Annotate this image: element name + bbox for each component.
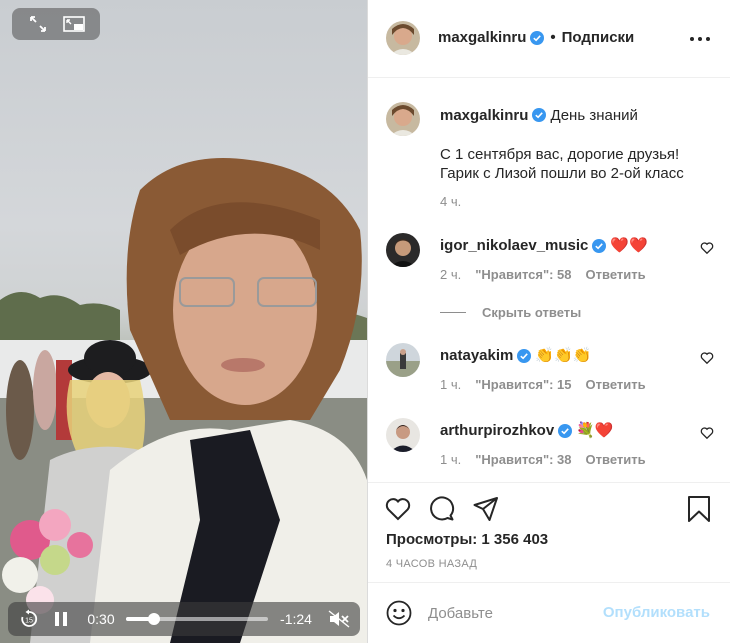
reply-button[interactable]: Ответить (586, 452, 646, 467)
video-top-controls (12, 8, 100, 40)
comment-time[interactable]: 1 ч. (440, 452, 461, 467)
hide-replies-label: Скрыть ответы (482, 305, 582, 320)
comment-text: arthurpirozhkov 💐❤️ (440, 421, 614, 441)
action-icons (384, 495, 500, 523)
comment-body: ❤️❤️ (610, 237, 648, 254)
like-comment-icon[interactable] (700, 426, 714, 440)
avatar[interactable] (386, 418, 420, 452)
verified-badge-icon (532, 108, 547, 122)
comment-time[interactable]: 2 ч. (440, 267, 461, 282)
header-user-line: maxgalkinru • Подписки (438, 29, 634, 46)
hide-replies-button[interactable]: Скрыть ответы (440, 305, 581, 320)
reply-button[interactable]: Ответить (586, 267, 646, 282)
avatar[interactable] (386, 343, 420, 377)
avatar[interactable] (386, 21, 420, 55)
post-age[interactable]: 4 ЧАСОВ НАЗАД (386, 558, 477, 570)
pause-button[interactable] (50, 608, 72, 630)
comment-bubble-icon[interactable] (428, 495, 456, 523)
picture-in-picture-icon[interactable] (60, 12, 88, 36)
scrubber-handle[interactable] (148, 613, 161, 625)
caption-timestamp[interactable]: 4 ч. (440, 194, 461, 209)
divider (440, 312, 466, 313)
following-button[interactable]: Подписки (562, 29, 635, 46)
caption-title: День знаний (550, 107, 638, 124)
comment-meta: 2 ч. "Нравится": 58 Ответить (440, 267, 646, 282)
comment-likes[interactable]: "Нравится": 58 (475, 267, 571, 282)
reply-button[interactable]: Ответить (586, 377, 646, 392)
comment-username[interactable]: igor_nikolaev_music (440, 236, 588, 256)
video-frame (0, 158, 367, 643)
comment-input[interactable] (428, 604, 598, 622)
verified-badge-icon (592, 239, 607, 253)
bookmark-icon[interactable] (686, 495, 712, 523)
emoji-smile-icon[interactable] (386, 600, 412, 626)
video-control-bar: 15 0:30 -1:24 (8, 602, 360, 636)
post-actions: Просмотры: 1 356 403 4 ЧАСОВ НАЗАД (368, 482, 730, 582)
comment-likes[interactable]: "Нравится": 15 (475, 377, 571, 392)
comment-username[interactable]: natayakim (440, 346, 513, 366)
caption-text: maxgalkinru День знаний С 1 сентября вас… (440, 106, 715, 183)
avatar[interactable] (386, 233, 420, 267)
comment-time[interactable]: 1 ч. (440, 377, 461, 392)
caption-username[interactable]: maxgalkinru (440, 107, 528, 124)
publish-button[interactable]: Опубликовать (603, 604, 710, 621)
caption-line-2: Гарик с Лизой пошли во 2-ой класс (440, 165, 684, 182)
view-count: Просмотры: 1 356 403 (386, 531, 549, 548)
header-username[interactable]: maxgalkinru (438, 29, 526, 46)
post-header: maxgalkinru • Подписки (368, 0, 730, 78)
pause-icon (55, 612, 67, 626)
video-scrubber[interactable] (126, 613, 268, 625)
comment-body: 👏👏👏 (535, 347, 592, 364)
comment-meta: 1 ч. "Нравится": 15 Ответить (440, 377, 646, 392)
video-player[interactable]: 15 0:30 -1:24 (0, 0, 367, 643)
rewind-15-icon[interactable]: 15 (18, 608, 40, 630)
muted-speaker-icon[interactable] (328, 608, 350, 630)
comment-text: natayakim 👏👏👏 (440, 346, 591, 366)
verified-badge-icon (530, 30, 545, 45)
verified-badge-icon (517, 349, 532, 363)
comment-composer: Опубликовать (368, 582, 730, 643)
comment-body: 💐❤️ (576, 422, 614, 439)
like-comment-icon[interactable] (700, 241, 714, 255)
current-time: 0:30 (87, 611, 115, 627)
comment-likes[interactable]: "Нравится": 38 (475, 452, 571, 467)
verified-badge-icon (558, 424, 573, 438)
like-heart-icon[interactable] (384, 495, 412, 523)
remaining-time: -1:24 (280, 611, 312, 627)
caption-line-1: С 1 сентября вас, дорогие друзья! (440, 146, 680, 163)
comment-text: igor_nikolaev_music ❤️❤️ (440, 236, 648, 256)
more-options-icon[interactable] (690, 30, 710, 48)
comment-username[interactable]: arthurpirozhkov (440, 421, 554, 441)
avatar[interactable] (386, 102, 420, 136)
like-comment-icon[interactable] (700, 351, 714, 365)
share-direct-icon[interactable] (472, 495, 500, 523)
comment-meta: 1 ч. "Нравится": 38 Ответить (440, 452, 646, 467)
post-sidebar: maxgalkinru • Подписки maxgalkinru День … (367, 0, 730, 643)
expand-icon[interactable] (24, 12, 52, 36)
svg-text:15: 15 (25, 618, 33, 625)
separator-dot: • (550, 29, 556, 46)
